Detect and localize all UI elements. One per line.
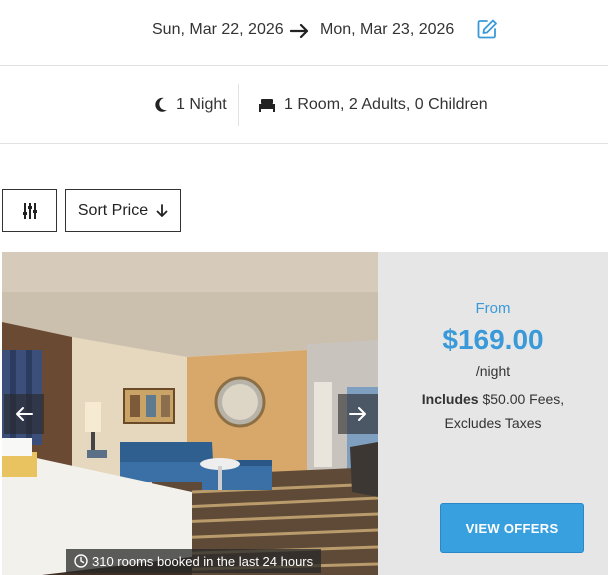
arrow-right-icon bbox=[290, 23, 309, 39]
view-offers-button[interactable]: VIEW OFFERS bbox=[440, 503, 584, 553]
arrow-left-icon bbox=[16, 407, 33, 421]
sliders-icon bbox=[22, 202, 37, 219]
fees-note: Includes $50.00 Fees, bbox=[378, 391, 608, 407]
sort-price-label: Sort Price bbox=[77, 201, 149, 219]
arrow-right-icon bbox=[349, 407, 366, 421]
moon-icon bbox=[155, 97, 167, 112]
bed-icon bbox=[259, 99, 275, 112]
offer-panel: From $169.00 /night Includes $50.00 Fees… bbox=[378, 252, 608, 575]
room-photo[interactable]: 310 rooms booked in the last 24 hours bbox=[2, 252, 378, 575]
taxes-note: Excludes Taxes bbox=[444, 415, 542, 431]
arrow-down-icon bbox=[156, 203, 168, 217]
prev-photo-button[interactable] bbox=[4, 394, 44, 434]
price: $169.00 bbox=[442, 324, 544, 355]
booked-text: 310 rooms booked in the last 24 hours bbox=[92, 553, 314, 569]
check-in-date: Sun, Mar 22, 2026 bbox=[152, 21, 284, 38]
dates-bar: Sun, Mar 22, 2026 Mon, Mar 23, 2026 bbox=[0, 0, 608, 66]
room-card: 310 rooms booked in the last 24 hours Fr… bbox=[2, 252, 608, 575]
guests-summary: 1 Room, 2 Adults, 0 Children bbox=[258, 96, 488, 114]
room-image bbox=[2, 252, 378, 575]
clock-icon bbox=[74, 554, 88, 568]
from-label: From bbox=[475, 300, 511, 317]
booked-badge: 310 rooms booked in the last 24 hours bbox=[66, 549, 322, 573]
next-photo-button[interactable] bbox=[338, 394, 378, 434]
per-night-label: /night bbox=[475, 363, 511, 379]
filter-button[interactable] bbox=[2, 189, 57, 232]
guests-label: 1 Room, 2 Adults, 0 Children bbox=[284, 96, 488, 113]
fees-text: $50.00 Fees, bbox=[478, 391, 565, 407]
stay-summary-bar: 1 Night 1 Room, 2 Adults, 0 Children bbox=[0, 66, 608, 144]
sort-price-button[interactable]: Sort Price bbox=[65, 189, 181, 232]
divider bbox=[238, 84, 239, 126]
edit-icon[interactable] bbox=[476, 18, 498, 40]
nights-summary: 1 Night bbox=[154, 96, 227, 114]
check-out-date: Mon, Mar 23, 2026 bbox=[320, 21, 455, 38]
nights-label: 1 Night bbox=[176, 96, 227, 113]
includes-label: Includes bbox=[421, 391, 479, 407]
